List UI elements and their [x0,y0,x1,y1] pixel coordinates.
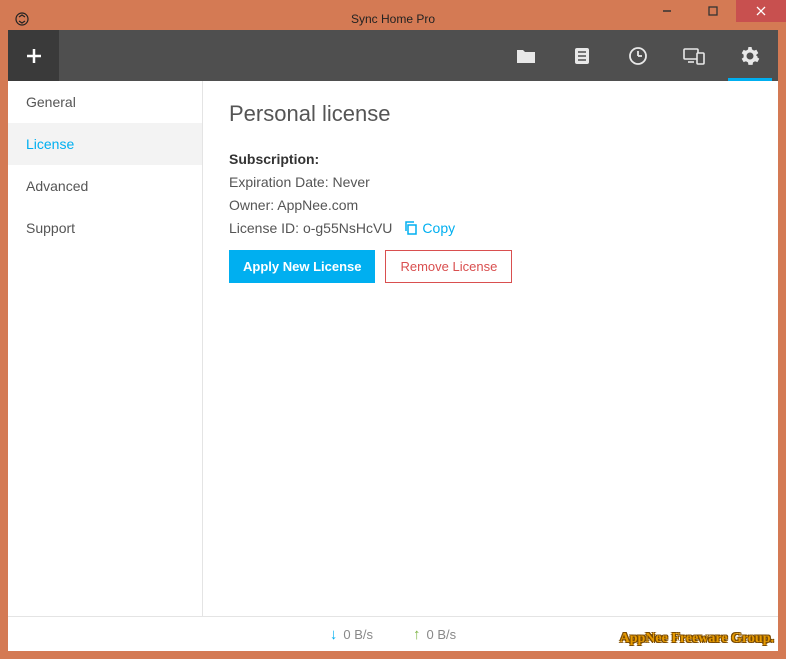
license-id-value: o-g55NsHcVU [303,220,392,236]
expiration-line: Expiration Date: Never [229,174,752,190]
sidebar: General License Advanced Support [8,81,203,616]
minimize-button[interactable] [644,0,690,22]
license-id-line: License ID: o-g55NsHcVU Copy [229,220,752,236]
maximize-button[interactable] [690,0,736,22]
add-button[interactable] [8,30,59,81]
statusbar: ↓ 0 B/s ↑ 0 B/s AppNee Freeware Group. [8,616,778,651]
watermark: AppNee Freeware Group. [620,631,774,647]
toolbar-list-button[interactable] [554,30,610,81]
owner-line: Owner: AppNee.com [229,197,752,213]
remove-license-button[interactable]: Remove License [385,250,512,283]
devices-icon [683,47,705,65]
download-value: 0 B/s [343,627,373,642]
window-title: Sync Home Pro [351,12,435,26]
toolbar-settings-button[interactable] [722,30,778,81]
folder-icon [516,47,536,65]
toolbar [8,30,778,81]
download-speed: ↓ 0 B/s [330,626,373,643]
copy-license-button[interactable]: Copy [404,220,455,236]
upload-speed: ↑ 0 B/s [413,626,456,643]
app-icon [14,11,30,27]
copy-label: Copy [422,220,455,236]
list-icon [574,47,590,65]
toolbar-history-button[interactable] [610,30,666,81]
gear-icon [740,46,760,66]
sidebar-item-support[interactable]: Support [8,207,202,249]
copy-icon [404,221,418,235]
close-button[interactable] [736,0,786,22]
subscription-label: Subscription: [229,151,752,167]
main-panel: Personal license Subscription: Expiratio… [203,81,778,616]
toolbar-devices-button[interactable] [666,30,722,81]
upload-value: 0 B/s [427,627,457,642]
clock-icon [628,46,648,66]
sidebar-item-general[interactable]: General [8,81,202,123]
sidebar-item-advanced[interactable]: Advanced [8,165,202,207]
expiration-value: Never [333,174,370,190]
apply-license-button[interactable]: Apply New License [229,250,375,283]
plus-icon [24,46,44,66]
page-title: Personal license [229,101,752,127]
toolbar-folder-button[interactable] [498,30,554,81]
arrow-down-icon: ↓ [330,626,338,643]
expiration-label: Expiration Date: [229,174,329,190]
license-id-label: License ID: [229,220,299,236]
owner-value: AppNee.com [277,197,358,213]
sidebar-item-license[interactable]: License [8,123,202,165]
owner-label: Owner: [229,197,274,213]
titlebar: Sync Home Pro [8,8,778,30]
arrow-up-icon: ↑ [413,626,421,643]
